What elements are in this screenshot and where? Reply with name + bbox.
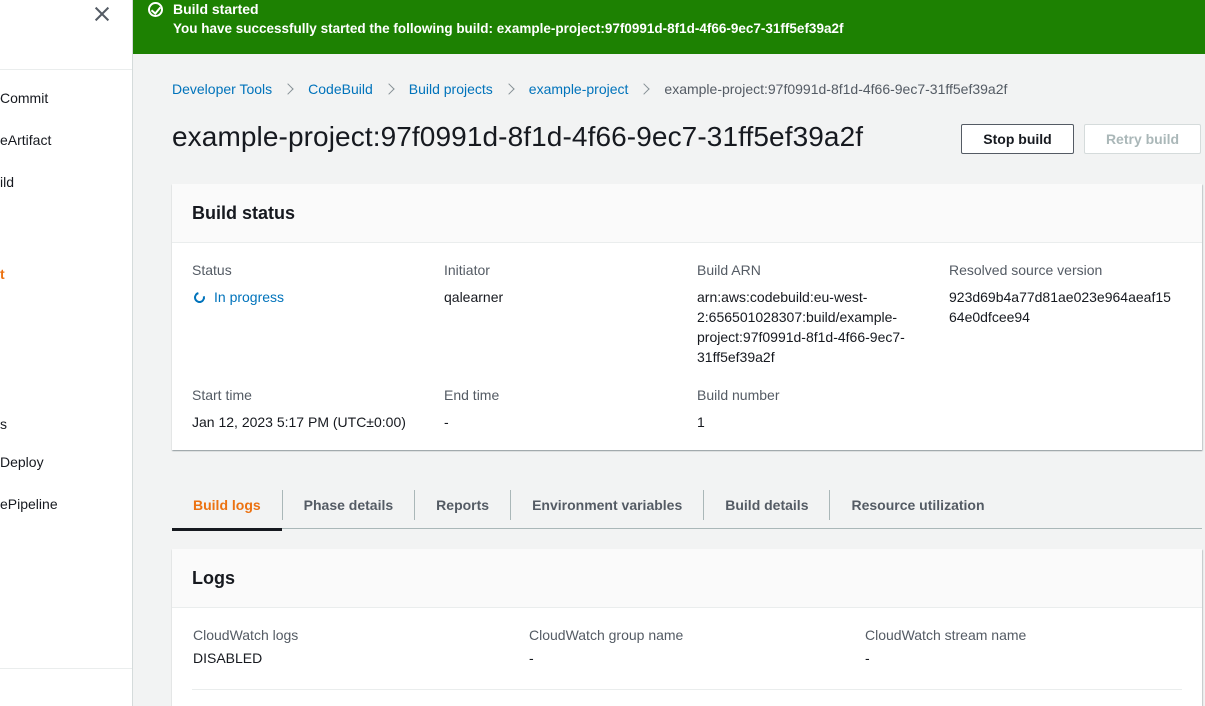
- spinner-icon: [191, 289, 208, 305]
- sidebar-item-codeartifact[interactable]: eArtifact: [0, 132, 51, 148]
- arn-line: 31ff5ef39a2f: [697, 349, 775, 365]
- field-label: CloudWatch logs: [193, 627, 299, 643]
- source-line: 64e0dfcee94: [949, 309, 1030, 325]
- retry-build-button[interactable]: Retry build: [1084, 124, 1201, 154]
- side-navigation: Commit eArtifact ild t s Deploy ePipelin…: [0, 0, 133, 706]
- arn-line: project:97f0991d-8f1d-4f66-9ec7-: [697, 329, 905, 345]
- arn-line: 2:656501028307:build/example-: [697, 309, 898, 325]
- cloudwatch-stream-value: -: [865, 650, 870, 666]
- panel-title: Logs: [172, 549, 1202, 608]
- cloudwatch-logs-field: CloudWatch logs DISABLED: [193, 627, 298, 668]
- detail-tabs: Build logs Phase details Reports Environ…: [172, 481, 1202, 531]
- check-circle-icon: [148, 2, 163, 17]
- breadcrumb-build-projects[interactable]: Build projects: [409, 81, 493, 97]
- status-text: In progress: [214, 289, 285, 305]
- field-label: Resolved source version: [949, 262, 1103, 278]
- start-time-field: Start time Jan 12, 2023 5:17 PM (UTC±0:0…: [192, 387, 406, 432]
- cloudwatch-group-field: CloudWatch group name -: [529, 627, 683, 668]
- breadcrumb-current: example-project:97f0991d-8f1d-4f66-9ec7-…: [664, 81, 1008, 97]
- end-time-field: End time -: [444, 387, 499, 432]
- end-time-value: -: [444, 414, 449, 430]
- stop-build-button[interactable]: Stop build: [961, 124, 1074, 154]
- sidebar-item-codecommit[interactable]: Commit: [0, 90, 48, 106]
- field-label: Initiator: [444, 262, 490, 278]
- cloudwatch-logs-value: DISABLED: [193, 650, 263, 666]
- source-version-value: 923d69b4a77d81ae023e964aeaf15 64e0dfcee9…: [949, 287, 1194, 327]
- sidebar-item-build-project-active[interactable]: t: [0, 266, 5, 282]
- arn-line: arn:aws:codebuild:eu-west-: [697, 289, 868, 305]
- build-arn-value: arn:aws:codebuild:eu-west- 2:65650102830…: [697, 287, 937, 367]
- panel-title: Build status: [172, 184, 1202, 243]
- field-label: CloudWatch stream name: [865, 627, 1027, 643]
- cloudwatch-group-value: -: [529, 650, 534, 666]
- source-version-field: Resolved source version 923d69b4a77d81ae…: [949, 262, 1194, 327]
- source-line: 923d69b4a77d81ae023e964aeaf15: [949, 289, 1171, 305]
- flash-message: You have successfully started the follow…: [173, 21, 844, 36]
- tab-reports[interactable]: Reports: [414, 489, 510, 520]
- field-label: Build ARN: [697, 262, 761, 278]
- sidebar-item-codebuild[interactable]: ild: [0, 174, 14, 190]
- chevron-right-icon: [282, 83, 294, 95]
- status-value[interactable]: In progress: [191, 287, 285, 307]
- field-label: End time: [444, 387, 500, 403]
- breadcrumb-example-project[interactable]: example-project: [529, 81, 629, 97]
- initiator-field: Initiator qalearner: [444, 262, 503, 307]
- chevron-right-icon: [503, 83, 515, 95]
- page-title: example-project:97f0991d-8f1d-4f66-9ec7-…: [172, 121, 864, 152]
- success-flash-banner: Build started You have successfully star…: [133, 0, 1205, 54]
- logs-panel: Logs CloudWatch logs DISABLED CloudWatch…: [172, 549, 1202, 706]
- sidebar-divider: [0, 668, 132, 669]
- sidebar-item-codepipeline[interactable]: ePipeline: [0, 496, 58, 512]
- close-icon[interactable]: [92, 4, 112, 24]
- tab-phase-details[interactable]: Phase details: [281, 489, 415, 520]
- tab-build-details[interactable]: Build details: [703, 489, 829, 520]
- status-field: Status In progress: [191, 262, 285, 307]
- sidebar-item-settings[interactable]: s: [0, 416, 7, 432]
- breadcrumb-codebuild[interactable]: CodeBuild: [308, 81, 373, 97]
- main-content: Developer Tools CodeBuild Build projects…: [133, 54, 1205, 706]
- field-label: Status: [192, 262, 232, 278]
- build-number-field: Build number 1: [697, 387, 780, 432]
- sidebar-item-codedeploy[interactable]: Deploy: [0, 454, 44, 470]
- field-label: CloudWatch group name: [529, 627, 684, 643]
- chevron-right-icon: [638, 83, 651, 95]
- start-time-value: Jan 12, 2023 5:17 PM (UTC±0:00): [192, 414, 406, 430]
- divider: [192, 689, 1182, 690]
- build-status-panel: Build status Status In progress Initiato…: [172, 184, 1202, 450]
- field-label: Start time: [192, 387, 252, 403]
- field-label: Build number: [697, 387, 780, 403]
- sidebar-divider: [0, 69, 132, 70]
- chevron-right-icon: [383, 83, 395, 95]
- cloudwatch-stream-field: CloudWatch stream name -: [865, 627, 1026, 668]
- flash-title: Build started: [173, 1, 259, 17]
- build-arn-field: Build ARN arn:aws:codebuild:eu-west- 2:6…: [697, 262, 937, 367]
- tab-resource-utilization[interactable]: Resource utilization: [829, 489, 1005, 520]
- initiator-value: qalearner: [444, 289, 504, 305]
- breadcrumb-developer-tools[interactable]: Developer Tools: [172, 81, 272, 97]
- tab-environment-variables[interactable]: Environment variables: [510, 489, 703, 520]
- build-number-value: 1: [697, 414, 705, 430]
- tab-build-logs[interactable]: Build logs: [172, 490, 282, 531]
- breadcrumb: Developer Tools CodeBuild Build projects…: [172, 81, 1007, 97]
